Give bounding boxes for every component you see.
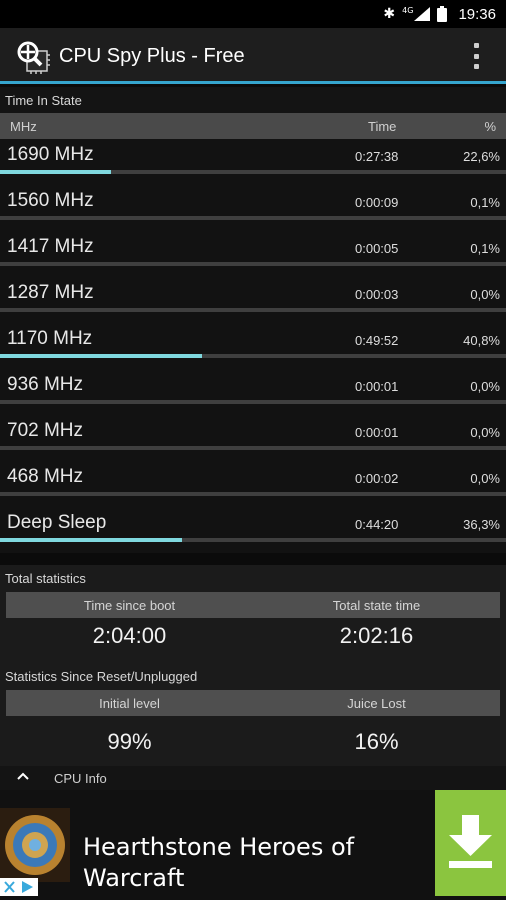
state-frequency: 468 MHz [7, 466, 84, 487]
cpu-info-label: CPU Info [54, 771, 107, 786]
state-progress-fill [0, 354, 203, 358]
status-icons: ✱ 4G 19:36 [383, 5, 496, 23]
signal-icon [414, 7, 431, 21]
chevron-up-icon [17, 770, 29, 782]
app-title: CPU Spy Plus - Free [59, 45, 245, 67]
cpu-spy-logo-icon [16, 40, 50, 74]
state-time: 0:00:03 [355, 287, 399, 302]
state-percent: 36,3% [463, 517, 500, 532]
ad-title[interactable]: Hearthstone Heroes of Warcraft [83, 832, 403, 894]
state-percent: 0,1% [470, 241, 500, 256]
state-percent: 0,0% [470, 287, 500, 302]
total-statistics-title: Total statistics [5, 571, 86, 586]
state-frequency: 1170 MHz [7, 328, 93, 349]
initial-level-value: 99% [107, 729, 152, 754]
state-time: 0:00:01 [355, 425, 399, 440]
reset-statistics-labels: Initial level Juice Lost [6, 690, 500, 716]
state-time: 0:44:20 [355, 517, 399, 532]
state-table-header: MHz Time % [0, 113, 506, 139]
state-percent: 0,0% [470, 425, 500, 440]
state-time: 0:00:02 [355, 471, 399, 486]
state-row[interactable]: 1560 MHz 0:00:09 0,1% [0, 185, 506, 231]
time-in-state-header: Time In State [0, 87, 506, 114]
state-time: 0:00:09 [355, 195, 399, 210]
total-state-time-value: 2:02:16 [339, 623, 414, 648]
reset-statistics-title: Statistics Since Reset/Unplugged [5, 669, 198, 684]
state-row[interactable]: 1287 MHz 0:00:03 0,0% [0, 277, 506, 323]
total-statistics-values: 2:04:00 2:02:16 [6, 623, 500, 653]
app-bar: CPU Spy Plus - Free [0, 28, 506, 84]
state-time: 0:27:38 [355, 149, 399, 164]
state-progress-bar [0, 216, 506, 220]
juice-lost-label: Juice Lost [347, 696, 406, 711]
state-frequency: Deep Sleep [7, 512, 107, 533]
column-mhz: MHz [10, 119, 37, 134]
overflow-menu-icon[interactable] [472, 43, 480, 69]
state-frequency: 936 MHz [7, 374, 84, 395]
state-progress-bar [0, 170, 506, 174]
status-bar: ✱ 4G 19:36 [0, 0, 506, 28]
time-since-boot-value: 2:04:00 [92, 623, 167, 648]
state-progress-bar [0, 492, 506, 496]
network-type: 4G [402, 5, 414, 15]
state-time: 0:00:01 [355, 379, 399, 394]
battery-icon [437, 6, 448, 22]
state-row[interactable]: Deep Sleep 0:44:20 36,3% [0, 507, 506, 553]
reset-statistics-panel: Statistics Since Reset/Unplugged Initial… [0, 663, 506, 766]
state-progress-bar [0, 308, 506, 312]
state-progress-bar [0, 354, 506, 358]
state-frequency: 1690 MHz [7, 144, 94, 165]
total-state-time-label: Total state time [332, 598, 421, 613]
state-progress-bar [0, 538, 506, 542]
state-list: 1690 MHz 0:27:38 22,6% 1560 MHz 0:00:09 … [0, 139, 506, 553]
state-percent: 22,6% [463, 149, 500, 164]
state-progress-bar [0, 400, 506, 404]
state-percent: 40,8% [463, 333, 500, 348]
state-row[interactable]: 1690 MHz 0:27:38 22,6% [0, 139, 506, 185]
download-icon[interactable] [435, 790, 506, 896]
state-row[interactable]: 1417 MHz 0:00:05 0,1% [0, 231, 506, 277]
cpu-info-toggle[interactable]: CPU Info [0, 766, 506, 790]
state-progress-bar [0, 262, 506, 266]
time-in-state-title: Time In State [5, 93, 82, 108]
total-statistics-labels: Time since boot Total state time [6, 592, 500, 618]
total-statistics-header: Total statistics [0, 565, 506, 592]
state-frequency: 1287 MHz [7, 282, 94, 303]
state-time: 0:49:52 [355, 333, 399, 348]
juice-lost-value: 16% [354, 729, 399, 754]
state-frequency: 702 MHz [7, 420, 84, 441]
state-frequency: 1417 MHz [7, 236, 94, 257]
total-statistics-panel: Total statistics Time since boot Total s… [0, 565, 506, 663]
initial-level-label: Initial level [99, 696, 160, 711]
state-row[interactable]: 1170 MHz 0:49:52 40,8% [0, 323, 506, 369]
hearthstone-logo-icon[interactable] [0, 808, 70, 882]
state-progress-fill [0, 170, 112, 174]
state-percent: 0,0% [470, 471, 500, 486]
bluetooth-icon: ✱ [383, 6, 396, 22]
status-time: 19:36 [458, 5, 496, 23]
state-time: 0:00:05 [355, 241, 399, 256]
column-time: Time [368, 119, 397, 134]
state-percent: 0,0% [470, 379, 500, 394]
time-since-boot-label: Time since boot [83, 598, 176, 613]
state-row[interactable]: 936 MHz 0:00:01 0,0% [0, 369, 506, 415]
ad-choices-icon[interactable] [0, 878, 38, 896]
reset-statistics-header: Statistics Since Reset/Unplugged [0, 663, 506, 690]
state-row[interactable]: 702 MHz 0:00:01 0,0% [0, 415, 506, 461]
reset-statistics-values: 99% 16% [6, 729, 500, 759]
state-percent: 0,1% [470, 195, 500, 210]
state-progress-fill [0, 538, 183, 542]
column-percent: % [484, 119, 496, 134]
ad-banner[interactable]: Hearthstone Heroes of Warcraft [0, 790, 506, 900]
state-frequency: 1560 MHz [7, 190, 94, 211]
state-row[interactable]: 468 MHz 0:00:02 0,0% [0, 461, 506, 507]
state-progress-bar [0, 446, 506, 450]
